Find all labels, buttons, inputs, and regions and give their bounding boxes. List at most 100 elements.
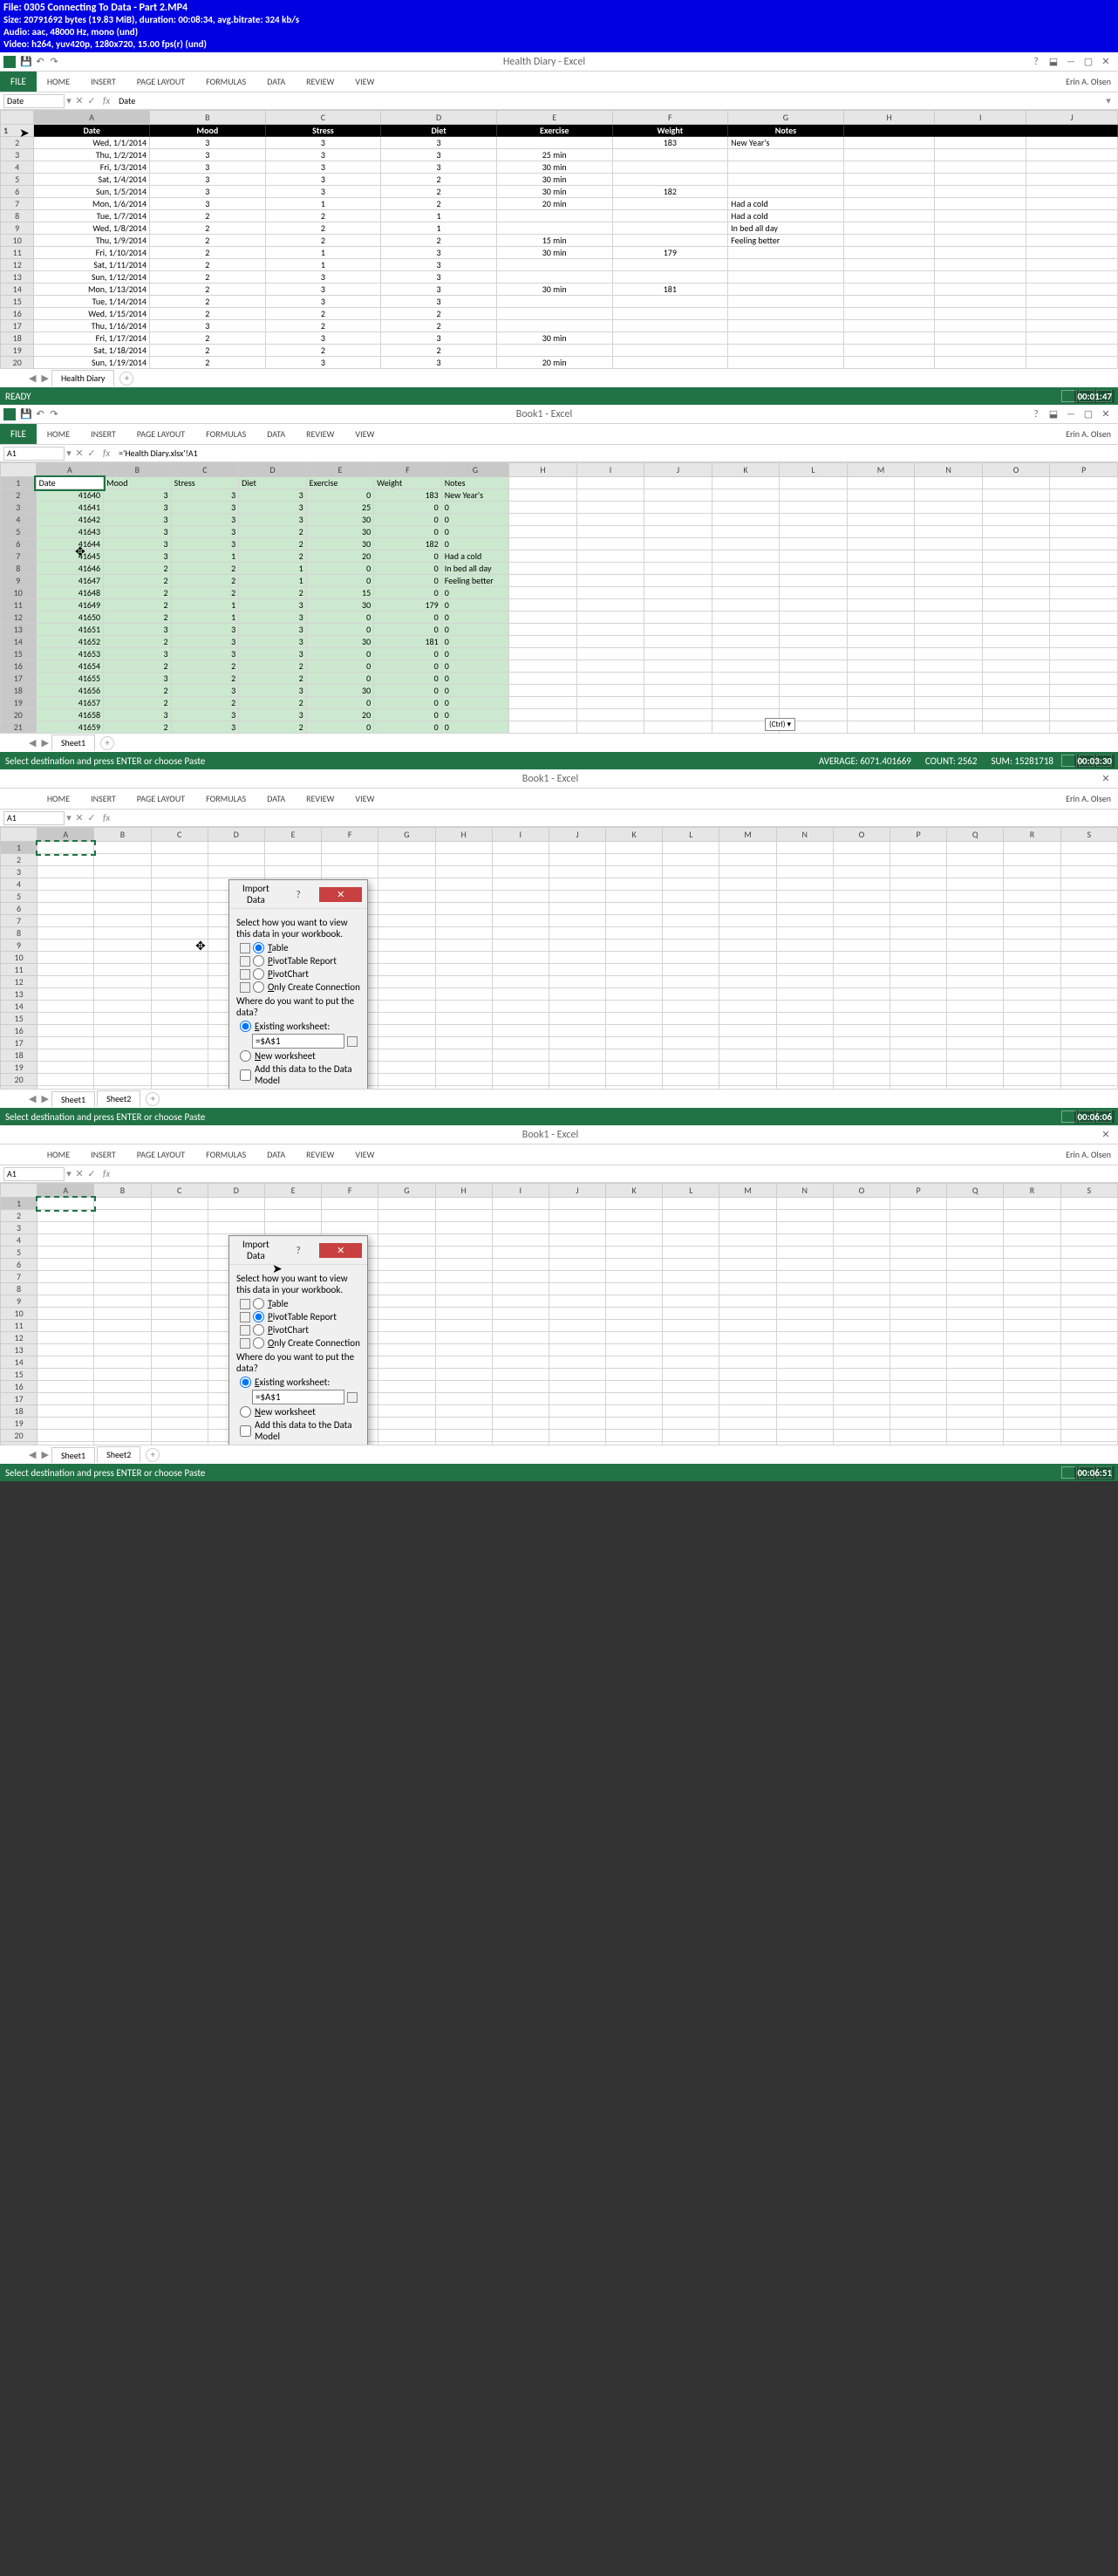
row-header[interactable]: 1 [1, 1198, 37, 1210]
cell[interactable] [890, 1344, 947, 1356]
cell[interactable] [151, 1049, 208, 1062]
cell[interactable] [606, 1393, 663, 1405]
cell[interactable] [606, 1013, 663, 1025]
cell[interactable] [151, 866, 208, 878]
cell[interactable] [776, 1356, 833, 1369]
cell[interactable]: 3 [239, 709, 307, 721]
cell[interactable] [833, 903, 890, 915]
cell[interactable] [776, 1074, 833, 1086]
cell[interactable]: 30 [306, 514, 374, 526]
cell[interactable]: 2 [381, 174, 497, 186]
cell[interactable] [833, 927, 890, 940]
cell[interactable] [378, 1442, 435, 1445]
row-header[interactable]: 13 [1, 988, 37, 1001]
undo-icon[interactable]: ↶ [33, 55, 47, 69]
cell[interactable] [606, 1074, 663, 1086]
cell[interactable] [492, 1049, 549, 1062]
cell[interactable] [663, 1222, 719, 1234]
cell[interactable] [833, 1369, 890, 1381]
cell[interactable] [890, 1369, 947, 1381]
cell[interactable] [37, 1344, 94, 1356]
cell[interactable]: 3 [104, 550, 172, 563]
cell[interactable]: 3 [265, 357, 381, 369]
column-header[interactable]: M [719, 828, 776, 842]
cell[interactable] [37, 866, 94, 878]
cell[interactable]: 0 [374, 709, 442, 721]
cell[interactable] [663, 866, 719, 878]
cell[interactable] [606, 1308, 663, 1320]
cell[interactable] [549, 1344, 605, 1356]
cell[interactable] [606, 1381, 663, 1393]
cell[interactable] [947, 1259, 1004, 1271]
row-header[interactable]: 12 [1, 612, 37, 624]
cell[interactable]: 181 [374, 636, 442, 648]
cell[interactable]: 41649 [36, 599, 104, 612]
cell[interactable] [1060, 1074, 1117, 1086]
row-header[interactable]: 17 [1, 320, 34, 332]
cell[interactable] [435, 842, 492, 854]
cell[interactable] [663, 1247, 719, 1259]
cell[interactable] [776, 1295, 833, 1308]
cell[interactable] [1060, 866, 1117, 878]
close-icon[interactable]: ✕ [1097, 408, 1115, 420]
cell[interactable] [94, 1320, 151, 1332]
cell[interactable] [776, 1247, 833, 1259]
cell[interactable] [947, 1013, 1004, 1025]
cell[interactable]: 2 [150, 259, 266, 271]
cell[interactable] [719, 1210, 776, 1222]
cell[interactable] [37, 940, 94, 952]
row-header[interactable]: 8 [1, 1283, 37, 1295]
cell[interactable]: 3 [239, 612, 307, 624]
cell[interactable]: 2 [150, 357, 266, 369]
cell[interactable] [833, 1442, 890, 1445]
cell[interactable] [435, 1037, 492, 1049]
cell[interactable] [151, 1320, 208, 1332]
tab-nav-next-icon[interactable]: ▶ [41, 1449, 48, 1460]
cell[interactable] [890, 1198, 947, 1210]
cell[interactable] [37, 1013, 94, 1025]
cell[interactable] [37, 1234, 94, 1247]
row-header[interactable]: 12 [1, 1332, 37, 1344]
cell[interactable] [890, 1259, 947, 1271]
ribbon-tab-home[interactable]: HOME [37, 425, 80, 443]
cell[interactable] [833, 1283, 890, 1295]
redo-icon[interactable]: ↷ [47, 407, 61, 421]
cell[interactable] [151, 1430, 208, 1442]
cell[interactable] [776, 1234, 833, 1247]
cell[interactable] [947, 1308, 1004, 1320]
cell[interactable] [492, 854, 549, 866]
cell[interactable]: 20 [306, 550, 374, 563]
cell[interactable] [435, 1295, 492, 1308]
cell[interactable] [496, 345, 612, 357]
cell[interactable] [378, 1344, 435, 1356]
cell[interactable] [151, 1210, 208, 1222]
cell[interactable] [663, 964, 719, 976]
cell[interactable] [378, 1332, 435, 1344]
user-name[interactable]: Erin A. Olsen [1066, 1149, 1111, 1160]
name-box[interactable]: A1 [3, 811, 65, 825]
cell[interactable] [612, 174, 728, 186]
cell[interactable] [378, 1025, 435, 1037]
cell[interactable]: 41655 [36, 673, 104, 685]
cell[interactable] [264, 1198, 321, 1210]
cell[interactable] [612, 198, 728, 210]
cell[interactable]: 2 [104, 685, 172, 697]
row-header[interactable]: 18 [1, 1405, 37, 1418]
cell[interactable]: 0 [374, 587, 442, 599]
cell[interactable] [663, 1037, 719, 1049]
formula-input[interactable]: Date [115, 95, 1102, 106]
cell[interactable] [1004, 1369, 1060, 1381]
cell[interactable] [663, 1001, 719, 1013]
cell[interactable]: 2 [381, 186, 497, 198]
cell[interactable] [1060, 1369, 1117, 1381]
cell[interactable] [776, 878, 833, 891]
cell[interactable] [728, 296, 844, 308]
cell[interactable] [94, 976, 151, 988]
cell[interactable] [37, 1049, 94, 1062]
cell[interactable] [37, 1062, 94, 1074]
cell[interactable]: New Year's [441, 489, 509, 502]
cell[interactable] [37, 1074, 94, 1086]
column-header[interactable]: F [322, 828, 378, 842]
cell[interactable] [37, 927, 94, 940]
cell[interactable] [1004, 854, 1060, 866]
